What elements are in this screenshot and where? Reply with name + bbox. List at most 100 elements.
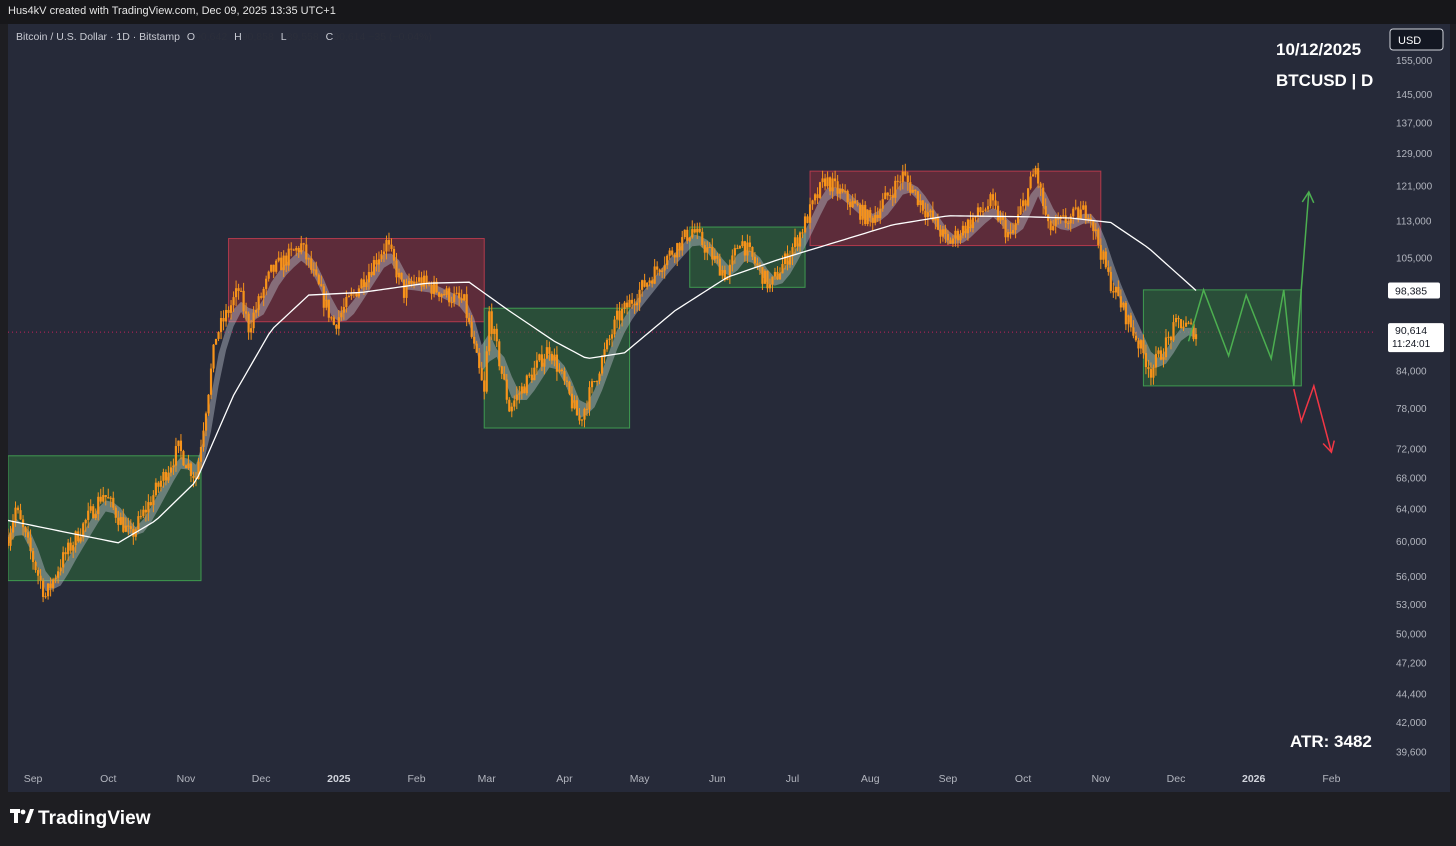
candle <box>856 203 859 205</box>
candle <box>102 495 105 502</box>
candle <box>646 282 649 287</box>
candle <box>831 178 834 192</box>
candle <box>207 394 210 414</box>
candle <box>36 570 40 576</box>
candle <box>159 480 162 487</box>
candle <box>224 309 228 322</box>
candle <box>663 265 666 271</box>
candle <box>961 225 965 236</box>
candle <box>199 446 203 462</box>
candle <box>894 180 897 198</box>
candle <box>1027 188 1030 206</box>
candle <box>380 254 383 260</box>
candle <box>1087 218 1090 220</box>
candle <box>801 232 804 234</box>
candle <box>234 288 238 298</box>
candle <box>485 351 488 392</box>
tradingview-logo[interactable]: TradingView <box>10 808 151 830</box>
candle <box>367 272 371 283</box>
candle <box>558 369 561 372</box>
candle <box>806 216 809 223</box>
candle <box>520 386 523 394</box>
chart-panel[interactable]: 155,000 145,000 137,000 129,000 121,000 113,0… <box>8 24 1450 792</box>
candle <box>1137 340 1140 349</box>
candle <box>651 280 654 284</box>
candle <box>1052 226 1055 231</box>
candle <box>9 532 12 546</box>
candle <box>410 280 413 284</box>
ma-price-tag-text: 98,385 <box>1395 285 1427 297</box>
candle <box>219 317 223 333</box>
candle <box>996 205 1000 221</box>
candle <box>1184 322 1188 327</box>
candle <box>187 463 190 469</box>
y-tick-label: 72,000 <box>1396 445 1427 456</box>
candle <box>648 280 651 283</box>
candle <box>407 280 411 285</box>
candle <box>691 229 694 238</box>
candle <box>676 243 679 258</box>
candle <box>164 472 168 481</box>
bar-countdown: 11:24:01 <box>1392 339 1431 350</box>
x-tick-label: Mar <box>478 773 497 785</box>
candle <box>1102 251 1105 260</box>
y-tick-label: 68,000 <box>1396 474 1427 485</box>
candle <box>362 279 366 287</box>
candle <box>305 244 308 260</box>
candle <box>1174 317 1178 323</box>
candle <box>119 517 122 525</box>
y-tick-label: 137,000 <box>1396 119 1433 130</box>
candle <box>681 237 684 251</box>
candle <box>360 279 363 289</box>
y-tick-label: 129,000 <box>1396 149 1433 160</box>
candle <box>886 192 889 196</box>
candle <box>375 260 378 265</box>
candle <box>713 255 716 260</box>
candle <box>600 357 604 374</box>
candle <box>330 317 333 319</box>
candle <box>315 269 318 275</box>
candle <box>1067 223 1070 225</box>
candle <box>914 189 917 192</box>
candle <box>1159 350 1163 360</box>
candle <box>1167 336 1170 338</box>
price-chart[interactable]: 155,000 145,000 137,000 129,000 121,000 113,0… <box>8 24 1450 792</box>
y-tick-label: 47,200 <box>1396 659 1427 670</box>
candle <box>583 408 586 420</box>
candle <box>816 194 819 198</box>
candle <box>899 181 902 183</box>
candle <box>778 273 782 280</box>
y-tick-label: 78,000 <box>1396 404 1427 415</box>
candle <box>137 516 140 530</box>
y-tick-label: 113,000 <box>1396 216 1432 227</box>
candle <box>8 536 10 546</box>
candle <box>921 200 924 211</box>
candle <box>535 360 538 368</box>
candle <box>1164 337 1168 358</box>
candle <box>365 282 368 287</box>
candle <box>204 413 208 431</box>
candle <box>252 312 255 329</box>
candle <box>417 277 421 282</box>
x-tick-label: Feb <box>407 773 425 785</box>
y-tick-label: 42,000 <box>1396 718 1427 729</box>
candle <box>498 341 501 367</box>
candle <box>821 178 824 183</box>
candle <box>1182 326 1185 329</box>
candle <box>560 369 564 372</box>
candle <box>340 312 343 318</box>
candle <box>139 516 142 518</box>
candle <box>92 506 95 519</box>
candle <box>776 271 779 280</box>
candle <box>798 232 802 247</box>
candle <box>653 266 656 284</box>
candle <box>455 292 458 294</box>
symbol-legend[interactable]: Bitcoin / U.S. Dollar · 1D · Bitstamp O9… <box>16 31 432 43</box>
candle <box>630 299 634 304</box>
candle <box>172 465 175 468</box>
x-tick-label: Nov <box>177 773 196 785</box>
candle <box>904 171 907 176</box>
candle <box>179 440 183 452</box>
candle <box>1149 369 1153 378</box>
candle <box>721 270 724 276</box>
